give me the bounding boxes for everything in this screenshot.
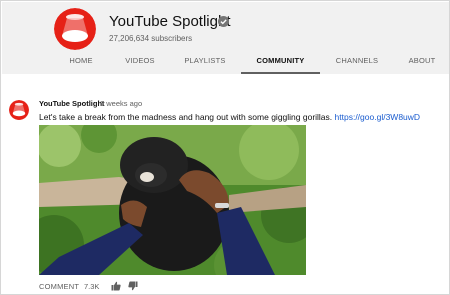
thumbs-up-icon[interactable] bbox=[111, 281, 121, 291]
spotlight-logo-icon bbox=[9, 100, 29, 120]
channel-avatar[interactable] bbox=[54, 8, 96, 50]
channel-name: YouTube Spotlight bbox=[109, 13, 231, 30]
tab-home[interactable]: HOME bbox=[66, 52, 96, 74]
channel-tabs: HOME VIDEOS PLAYLISTS COMMUNITY CHANNELS… bbox=[2, 52, 449, 74]
tab-about[interactable]: ABOUT bbox=[406, 52, 438, 74]
subscriber-count: 27,206,634 subscribers bbox=[109, 34, 193, 43]
post-author-avatar[interactable] bbox=[9, 100, 29, 120]
post-text-body: Let's take a break from the madness and … bbox=[39, 112, 333, 122]
comment-button[interactable]: COMMENT bbox=[39, 282, 79, 291]
gorilla-photo-icon bbox=[39, 125, 306, 275]
spotlight-logo-icon bbox=[54, 8, 96, 50]
post-text: Let's take a break from the madness and … bbox=[39, 112, 420, 122]
post-timestamp[interactable]: 2 weeks ago bbox=[100, 99, 142, 108]
tab-community[interactable]: COMMUNITY bbox=[241, 52, 320, 74]
post-link[interactable]: https://goo.gl/3W8uwD bbox=[335, 112, 421, 122]
channel-header: YouTube Spotlight 27,206,634 subscribers… bbox=[2, 2, 449, 74]
tab-videos[interactable]: VIDEOS bbox=[122, 52, 158, 74]
youtube-channel-page: YouTube Spotlight 27,206,634 subscribers… bbox=[0, 0, 450, 295]
tab-playlists[interactable]: PLAYLISTS bbox=[182, 52, 228, 74]
like-count: 7.3K bbox=[84, 282, 100, 291]
verified-check-icon bbox=[218, 16, 229, 27]
post-image[interactable] bbox=[39, 125, 306, 275]
tab-channels[interactable]: CHANNELS bbox=[334, 52, 380, 74]
post-author-name[interactable]: YouTube Spotlight bbox=[39, 99, 105, 108]
thumbs-down-icon[interactable] bbox=[128, 281, 138, 291]
